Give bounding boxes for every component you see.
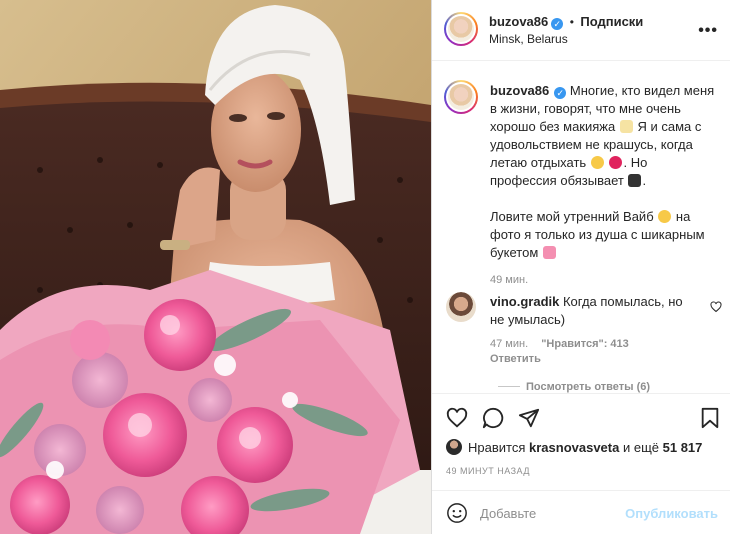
caption-author-avatar[interactable] [444,80,478,114]
bride-emoji-icon [619,120,633,133]
bouquet-emoji-icon [542,246,556,259]
post-caption: buzova86 ✓ Многие, кто видел меня в жизни… [490,82,716,289]
more-options-icon[interactable]: ••• [698,22,718,40]
caption-verified-badge-icon: ✓ [554,87,567,99]
likes-suffix: и ещё [622,440,659,455]
caption-text-5: Ловите мой утренний Вайб [490,209,654,224]
relieved-face-emoji-icon [590,156,604,169]
caption-text-4: . [642,173,647,188]
view-replies-button[interactable]: Посмотреть ответы (6) [498,381,650,393]
publish-button[interactable]: Опубликовать [625,506,718,521]
post-timestamp[interactable]: 49 МИНУТ НАЗАД [446,466,530,476]
verified-badge-icon: ✓ [551,18,564,30]
comment-like-heart-icon[interactable] [710,300,722,318]
comment-meta: 47 мин. "Нравится": 413 Ответить [490,337,629,367]
comment-bubble-icon[interactable] [482,407,504,434]
comment-input[interactable]: Добавьте [480,506,536,521]
caption-time[interactable]: 49 мин. [490,271,716,289]
likes-prefix: Нравится [468,440,526,455]
clapper-board-emoji-icon [628,174,642,187]
comment-composer: Добавьте Опубликовать [432,490,730,535]
commenter-avatar[interactable] [446,292,476,322]
commenter-username[interactable]: vino.gradik [490,294,559,309]
location-link[interactable]: Minsk, Belarus [489,32,568,46]
comment-likes[interactable]: "Нравится": 413 [541,338,629,350]
author-username[interactable]: buzova86 [489,14,548,29]
action-bar [432,393,730,444]
post-header: buzova86 ✓ • Подписки Minsk, Belarus ••• [432,0,730,61]
following-button[interactable]: Подписки [580,14,643,29]
post-photo-image [0,0,431,534]
post-photo[interactable] [0,0,431,534]
kiss-mark-emoji-icon [609,156,623,169]
comment: vino.gradik Когда помылась, но не умылас… [490,293,700,329]
likes-count[interactable]: 51 817 [663,440,703,455]
emoji-smiley-icon[interactable] [446,502,468,529]
smiling-face-hearts-emoji-icon [658,210,672,223]
author-line: buzova86 ✓ • Подписки [489,13,643,31]
liker-avatar[interactable] [446,439,462,455]
liker-username[interactable]: krasnovasveta [529,440,619,455]
like-heart-icon[interactable] [446,407,468,434]
view-replies-label: Посмотреть ответы (6) [526,381,651,393]
reply-button[interactable]: Ответить [490,353,541,365]
caption-username[interactable]: buzova86 [490,83,549,98]
save-bookmark-icon[interactable] [700,407,720,434]
post-side-panel: buzova86 ✓ • Подписки Minsk, Belarus ••• … [431,0,730,534]
likes-summary: Нравится krasnovasveta и ещё 51 817 [446,439,702,455]
dot-separator: • [569,15,574,29]
author-avatar[interactable] [444,12,478,46]
comment-time[interactable]: 47 мин. [490,338,528,350]
share-paper-plane-icon[interactable] [518,407,540,434]
